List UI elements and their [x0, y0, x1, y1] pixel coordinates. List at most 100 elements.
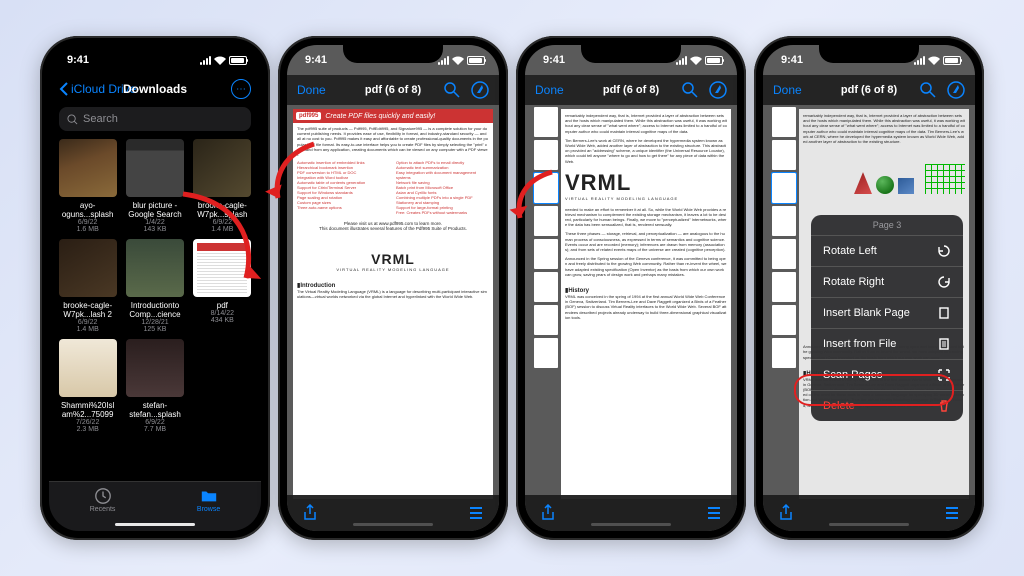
share-button[interactable] [777, 504, 795, 522]
file-grid: ayo-oguns...splash 6/9/22 1.6 MB blur pi… [49, 139, 261, 433]
pdf-title: pdf (6 of 8) [841, 84, 897, 96]
share-button[interactable] [539, 504, 557, 522]
page-thumbnail[interactable] [772, 107, 796, 137]
search-button[interactable] [443, 81, 461, 99]
menu-rotate-right[interactable]: Rotate Right [811, 267, 963, 298]
page-thumbnail[interactable] [772, 206, 796, 236]
intro-heading: ▮Introduction [297, 282, 489, 289]
page-thumbnail[interactable] [534, 305, 558, 335]
pdf-title: pdf (6 of 8) [603, 84, 659, 96]
pdf-page-content[interactable]: remarkably independent way, that is, Int… [561, 109, 731, 499]
file-thumbnail [59, 239, 117, 297]
trash-icon [937, 399, 951, 413]
page-title: Downloads [123, 82, 187, 96]
file-item[interactable]: brooke-cagle-W7pk...splash 6/9/22 1.4 MB [190, 139, 255, 233]
context-menu-title: Page 3 [811, 215, 963, 236]
battery-icon [943, 56, 961, 65]
vrml-logo: VRML [565, 170, 727, 196]
cube-icon [898, 178, 914, 194]
scan-icon [937, 368, 951, 382]
page-thumbnail-sidebar [534, 107, 560, 368]
folder-icon [200, 487, 218, 505]
wifi-icon [214, 56, 226, 65]
battery-icon [705, 56, 723, 65]
tab-browse[interactable]: Browse [197, 487, 220, 513]
pdf995-banner: pdf995 Create PDF files quickly and easi… [293, 109, 493, 123]
thumbnails-button[interactable] [943, 504, 961, 522]
menu-rotate-left[interactable]: Rotate Left [811, 236, 963, 267]
ellipsis-icon: ⋯ [236, 84, 246, 95]
file-item[interactable]: blur picture - Google Search 1/4/22 143 … [122, 139, 187, 233]
battery-icon [229, 56, 247, 65]
page-thumbnail[interactable] [772, 338, 796, 368]
menu-insert-file[interactable]: Insert from File [811, 329, 963, 360]
file-item[interactable]: ayo-oguns...splash 6/9/22 1.6 MB [55, 139, 120, 233]
home-indicator[interactable] [353, 523, 433, 526]
menu-scan-pages[interactable]: Scan Pages [811, 360, 963, 391]
page-thumbnail[interactable] [534, 239, 558, 269]
done-button[interactable]: Done [773, 83, 802, 97]
search-input[interactable]: Search [59, 107, 251, 131]
file-icon [937, 337, 951, 351]
page-thumbnail[interactable] [534, 272, 558, 302]
history-heading: ▮History [565, 287, 727, 294]
blank-page-icon [937, 306, 951, 320]
pdf-nav-bar: Done pdf (6 of 8) [287, 75, 499, 105]
file-thumbnail [126, 139, 184, 197]
more-options-button[interactable]: ⋯ [231, 79, 251, 99]
file-item[interactable]: Introductionto Comp...cience 12/28/21 12… [122, 239, 187, 333]
page-thumbnail[interactable] [772, 305, 796, 335]
done-button[interactable]: Done [535, 83, 564, 97]
file-thumbnail [59, 139, 117, 197]
search-icon [67, 114, 78, 125]
sphere-icon [876, 176, 894, 194]
menu-delete[interactable]: Delete [811, 391, 963, 421]
done-button[interactable]: Done [297, 83, 326, 97]
search-button[interactable] [919, 81, 937, 99]
menu-insert-blank[interactable]: Insert Blank Page [811, 298, 963, 329]
search-placeholder: Search [83, 113, 118, 125]
status-time: 9:41 [67, 54, 89, 66]
pdf-viewer-thumbnails: 9:41 Done pdf (6 of 8) [525, 45, 737, 531]
search-button[interactable] [681, 81, 699, 99]
markup-button[interactable] [709, 81, 727, 99]
thumbnails-button[interactable] [467, 504, 485, 522]
page-thumbnail[interactable] [772, 140, 796, 170]
pdf-viewer-full: 9:41 Done pdf (6 of 8) pdf995 Create PDF… [287, 45, 499, 531]
page-thumbnail[interactable] [534, 107, 558, 137]
share-button[interactable] [301, 504, 319, 522]
tab-recents[interactable]: Recents [90, 487, 116, 513]
file-item[interactable]: stefan-stefan...splash 6/9/22 7.7 MB [122, 339, 187, 433]
page-thumbnail[interactable] [534, 140, 558, 170]
page-thumbnail[interactable] [772, 239, 796, 269]
file-thumbnail [126, 239, 184, 297]
status-time: 9:41 [781, 54, 803, 66]
home-indicator[interactable] [115, 523, 195, 526]
battery-icon [467, 56, 485, 65]
file-item[interactable]: brooke-cagle-W7pk...lash 2 6/9/22 1.4 MB [55, 239, 120, 333]
pdf-nav-bar: Done pdf (6 of 8) [763, 75, 975, 105]
status-time: 9:41 [305, 54, 327, 66]
cone-icon [854, 172, 872, 194]
page-thumbnail[interactable] [772, 272, 796, 302]
file-item[interactable]: Shammi%20Isl am%2...75099 7/26/22 2.3 MB [55, 339, 120, 433]
file-item-pdf[interactable]: pdf 8/14/22 434 KB [190, 239, 255, 333]
file-thumbnail [59, 339, 117, 397]
page-thumbnail[interactable] [534, 206, 558, 236]
wifi-icon [452, 56, 464, 65]
rotate-left-icon [937, 244, 951, 258]
page-context-menu: Page 3 Rotate Left Rotate Right Insert B… [811, 215, 963, 421]
status-time: 9:41 [543, 54, 565, 66]
page-thumbnail-sidebar [772, 107, 798, 368]
pdf-page-content[interactable]: pdf995 Create PDF files quickly and easi… [293, 109, 493, 499]
home-indicator[interactable] [591, 523, 671, 526]
markup-button[interactable] [947, 81, 965, 99]
home-indicator[interactable] [829, 523, 909, 526]
page-thumbnail-active[interactable] [772, 173, 796, 203]
page-thumbnail-active[interactable] [534, 173, 558, 203]
thumbnails-button[interactable] [705, 504, 723, 522]
vrml-logo: VRML [371, 251, 415, 267]
page-thumbnail[interactable] [534, 338, 558, 368]
clock-icon [94, 487, 112, 505]
markup-button[interactable] [471, 81, 489, 99]
